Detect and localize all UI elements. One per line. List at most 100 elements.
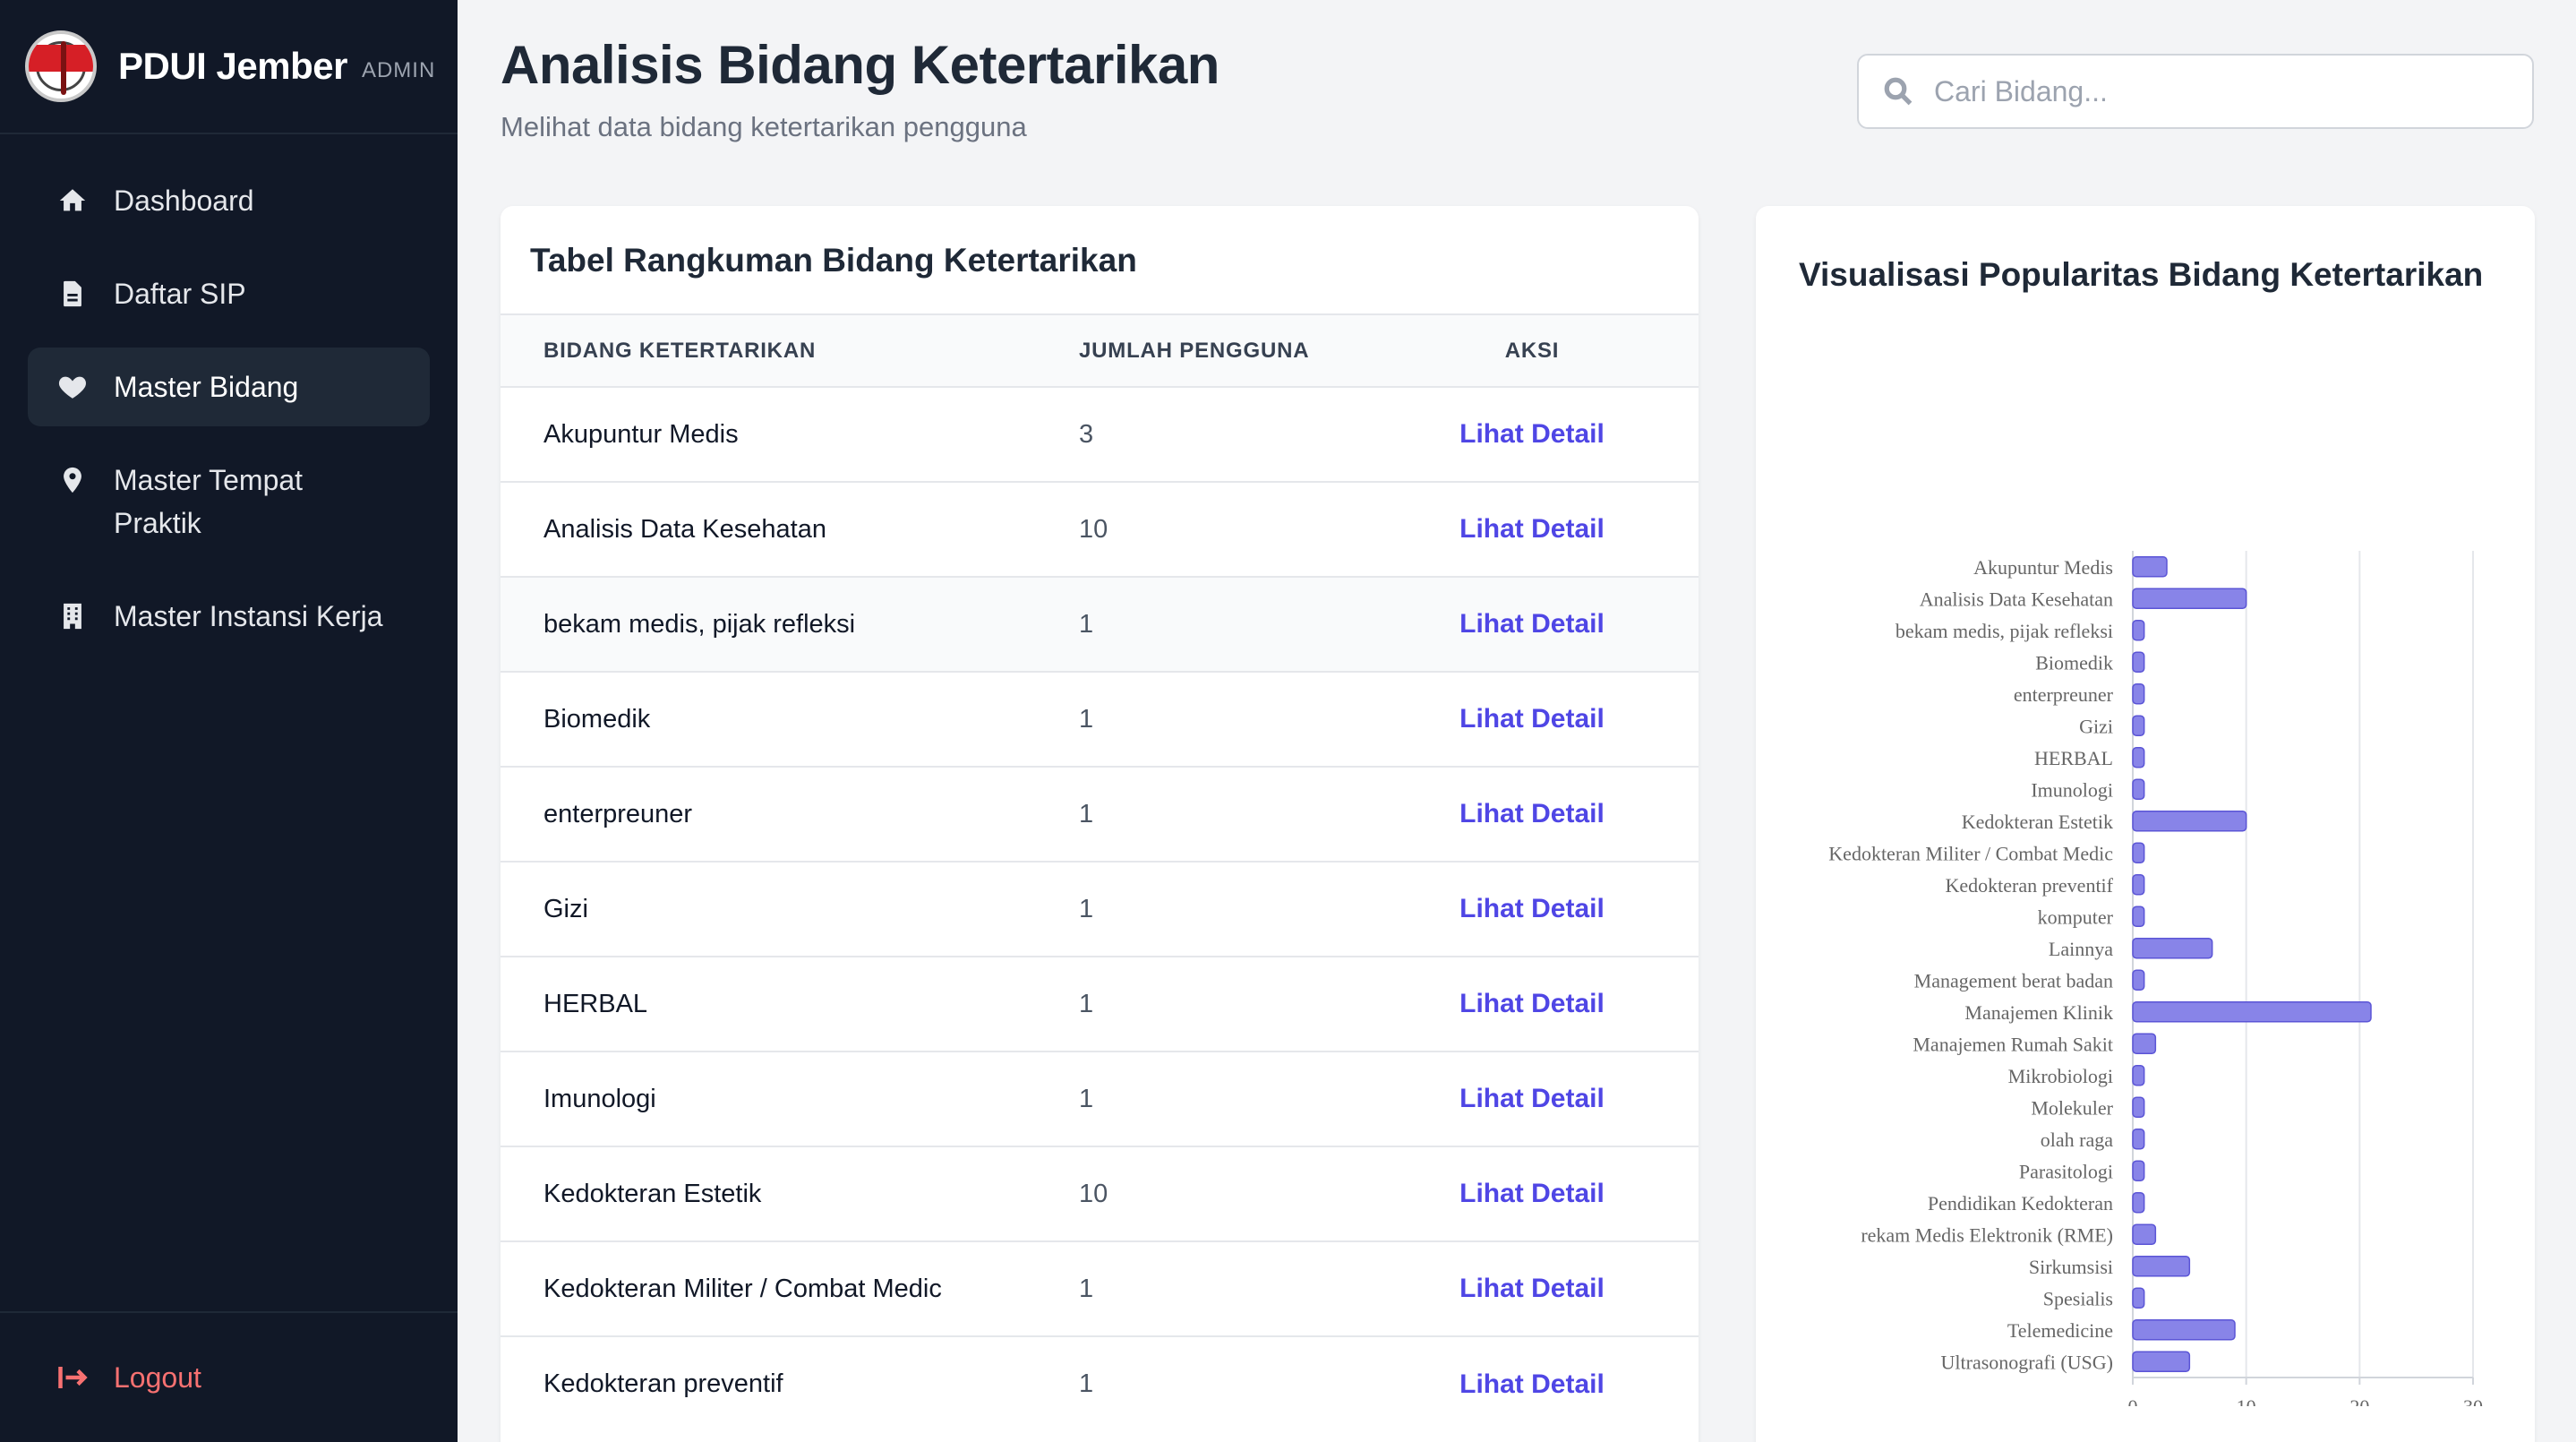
lihat-detail-link[interactable]: Lihat Detail xyxy=(1459,609,1605,639)
cell-bidang: Akupuntur Medis xyxy=(543,419,739,449)
chart-category-label: Parasitologi xyxy=(2019,1160,2113,1182)
cell-bidang: bekam medis, pijak refleksi xyxy=(543,609,856,639)
table-row: HERBAL 1 Lihat Detail xyxy=(501,957,1699,1051)
heart-icon xyxy=(56,365,89,408)
chart-category-label: Gizi xyxy=(2079,715,2113,737)
chart-bar xyxy=(2132,683,2145,705)
cell-bidang: Kedokteran Estetik xyxy=(543,1179,762,1208)
brand-role: ADMIN xyxy=(361,58,436,82)
cell-aksi: Lihat Detail xyxy=(1401,1336,1699,1431)
lihat-detail-link[interactable]: Lihat Detail xyxy=(1459,1369,1605,1399)
search-icon xyxy=(1884,77,1913,106)
chart-tick-label: 20 xyxy=(2349,1395,2369,1406)
table-row: Analisis Data Kesehatan 10 Lihat Detail xyxy=(501,482,1699,577)
chart-bar xyxy=(2132,1065,2145,1086)
chart-category-label: Sirkumsisi xyxy=(2029,1256,2113,1278)
chart-bar xyxy=(2132,1223,2157,1245)
cell-aksi: Lihat Detail xyxy=(1401,767,1699,862)
chart-bar xyxy=(2132,1160,2145,1181)
sidebar-footer: Logout xyxy=(0,1311,458,1442)
chart-bar xyxy=(2132,747,2145,768)
lihat-detail-link[interactable]: Lihat Detail xyxy=(1459,1084,1605,1113)
sidebar-item-label: Daftar SIP xyxy=(114,278,246,310)
column-header-bidang[interactable]: BIDANG KETERTARIKAN xyxy=(501,315,1079,387)
cell-jumlah: 1 xyxy=(1079,894,1094,923)
cell-aksi: Lihat Detail xyxy=(1401,862,1699,957)
cell-aksi: Lihat Detail xyxy=(1401,577,1699,672)
chart-category-label: komputer xyxy=(2038,906,2114,928)
chart-bar xyxy=(2132,1319,2236,1341)
chart-category-label: rekam Medis Elektronik (RME) xyxy=(1861,1223,2113,1246)
chart-bar xyxy=(2132,715,2145,736)
column-header-aksi: AKSI xyxy=(1504,338,1560,363)
logout-label: Logout xyxy=(114,1360,201,1394)
chart-bar xyxy=(2132,588,2247,609)
chart-category-label: Spesialis xyxy=(2043,1287,2113,1309)
lihat-detail-link[interactable]: Lihat Detail xyxy=(1459,799,1605,828)
cell-aksi: Lihat Detail xyxy=(1401,672,1699,767)
sidebar-item-label: Master Bidang xyxy=(114,371,299,403)
lihat-detail-link[interactable]: Lihat Detail xyxy=(1459,514,1605,544)
chart-bar xyxy=(2132,620,2145,641)
chart-category-label: Pendidikan Kedokteran xyxy=(1928,1192,2113,1215)
brand[interactable]: PDUI Jember ADMIN xyxy=(0,0,458,134)
search-box[interactable] xyxy=(1857,54,2534,129)
chart-category-label: Molekuler xyxy=(2031,1096,2113,1119)
chart-category-label: Management berat badan xyxy=(1914,969,2113,991)
page-subtitle: Melihat data bidang ketertarikan penggun… xyxy=(501,111,1027,142)
lihat-detail-link[interactable]: Lihat Detail xyxy=(1459,1274,1605,1303)
chart-category-label: Kedokteran Estetik xyxy=(1962,811,2113,833)
chart-category-label: Akupuntur Medis xyxy=(1973,556,2113,579)
table-header-row: BIDANG KETERTARIKAN JUMLAH PENGGUNA AKSI xyxy=(501,315,1699,387)
chart-tick-label: 0 xyxy=(2128,1395,2138,1406)
popularity-bar-chart: 0 10 20 30 Akupuntur Medis Analisis Data Kese… xyxy=(1828,551,2483,1406)
lihat-detail-link[interactable]: Lihat Detail xyxy=(1459,419,1605,449)
chart-category-label: HERBAL xyxy=(2034,747,2113,769)
home-icon xyxy=(56,179,89,222)
cell-jumlah: 10 xyxy=(1079,1179,1108,1208)
cell-jumlah: 1 xyxy=(1079,799,1094,828)
table-row: Imunologi 1 Lihat Detail xyxy=(501,1051,1699,1146)
lihat-detail-link[interactable]: Lihat Detail xyxy=(1459,704,1605,734)
chart-category-label: enterpreuner xyxy=(2014,683,2114,706)
chart-category-label: Manajemen Klinik xyxy=(1964,1001,2113,1024)
chart-bar xyxy=(2132,1096,2145,1118)
chart-category-label: Kedokteran Militer / Combat Medic xyxy=(1828,842,2113,864)
document-icon xyxy=(56,272,89,315)
building-icon xyxy=(56,595,89,638)
cell-jumlah: 1 xyxy=(1079,1274,1094,1303)
chart-bar xyxy=(2132,1192,2145,1214)
lihat-detail-link[interactable]: Lihat Detail xyxy=(1459,989,1605,1018)
cell-bidang: Imunologi xyxy=(543,1084,656,1113)
sidebar-item-dashboard[interactable]: Dashboard xyxy=(28,161,430,240)
chart-bar xyxy=(2132,1033,2157,1054)
chart-category-label: Ultrasonografi (USG) xyxy=(1941,1351,2113,1373)
page-title: Analisis Bidang Ketertarikan xyxy=(501,35,1220,95)
sidebar-item-master-instansi-kerja[interactable]: Master Instansi Kerja xyxy=(28,577,430,656)
sidebar-item-master-tempat-praktik[interactable]: Master Tempat Praktik xyxy=(28,441,430,562)
lihat-detail-link[interactable]: Lihat Detail xyxy=(1459,1179,1605,1208)
table-row: enterpreuner 1 Lihat Detail xyxy=(501,767,1699,862)
table-row: Kedokteran Estetik 10 Lihat Detail xyxy=(501,1146,1699,1241)
search-input[interactable] xyxy=(1934,74,2507,108)
table-row: Biomedik 1 Lihat Detail xyxy=(501,672,1699,767)
logout-button[interactable]: Logout xyxy=(56,1361,201,1395)
chart-tick-label: 10 xyxy=(2237,1395,2256,1406)
sidebar-item-label: Master Instansi Kerja xyxy=(114,600,383,632)
chart-category-label: Imunologi xyxy=(2031,778,2113,801)
cell-jumlah: 3 xyxy=(1079,419,1094,449)
lihat-detail-link[interactable]: Lihat Detail xyxy=(1459,894,1605,923)
cell-bidang: HERBAL xyxy=(543,989,648,1018)
column-header-jumlah[interactable]: JUMLAH PENGGUNA xyxy=(1079,315,1401,387)
chart-category-label: olah raga xyxy=(2041,1129,2113,1151)
chart-category-label: Kedokteran preventif xyxy=(1945,874,2113,897)
table-row: Kedokteran Militer / Combat Medic 1 Lihat … xyxy=(501,1241,1699,1336)
cell-aksi: Lihat Detail xyxy=(1401,1051,1699,1146)
chart-category-label: Manajemen Rumah Sakit xyxy=(1913,1033,2113,1055)
sidebar-item-daftar-sip[interactable]: Daftar SIP xyxy=(28,254,430,333)
sidebar-item-master-bidang[interactable]: Master Bidang xyxy=(28,348,430,426)
summary-table-card: Tabel Rangkuman Bidang Ketertarikan BIDA… xyxy=(501,206,1699,1442)
cell-jumlah: 1 xyxy=(1079,609,1094,639)
chart-bar xyxy=(2132,778,2145,800)
chart-category-label: Analisis Data Kesehatan xyxy=(1920,588,2113,610)
